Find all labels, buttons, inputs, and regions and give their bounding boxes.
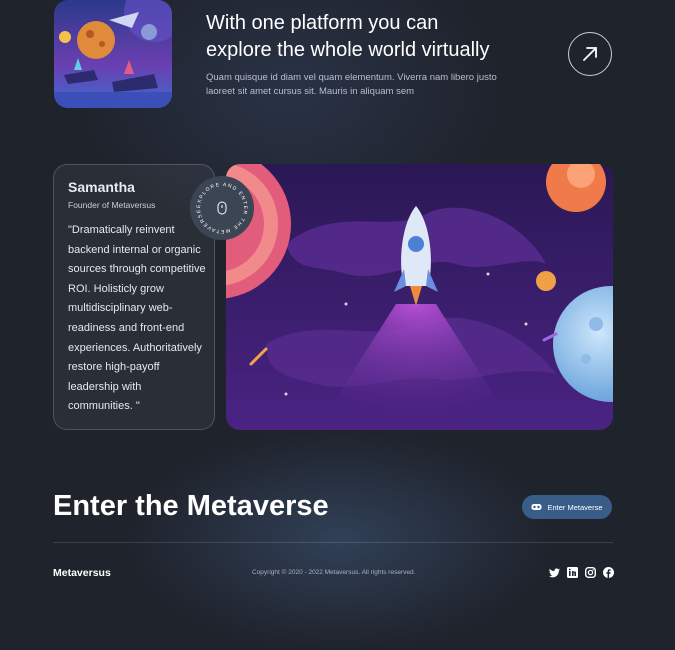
enter-metaverse-label: Enter Metaverse	[547, 502, 603, 512]
facebook-icon[interactable]	[603, 567, 614, 578]
background-glow-bottom	[130, 430, 550, 650]
feature-title-line2: explore the whole world virtually	[206, 39, 490, 61]
footer-copyright: Copyright © 2020 - 2022 Metaversus. All …	[252, 569, 416, 576]
feature-description: Quam quisque id diam vel quam elementum.…	[206, 72, 497, 97]
arrow-up-right-icon	[583, 47, 597, 61]
headset-icon	[531, 504, 542, 510]
social-links	[549, 567, 614, 578]
testimonial-role: Founder of Metaversus	[68, 200, 156, 210]
linkedin-icon[interactable]	[567, 567, 578, 578]
testimonial-quote: "Dramatically reinvent backend internal …	[68, 224, 206, 413]
feature-planet-image	[54, 0, 172, 108]
testimonial-name: Samantha	[68, 179, 135, 195]
instagram-icon[interactable]	[585, 567, 596, 578]
feature-title: With one platform you can explore the wh…	[206, 10, 536, 64]
rocket-hero-image	[226, 164, 613, 430]
section-title: Enter the Metaverse	[53, 490, 329, 522]
footer-divider	[53, 542, 613, 543]
twitter-icon[interactable]	[549, 567, 560, 578]
arrow-button[interactable]	[568, 32, 612, 76]
footer-brand[interactable]: Metaversus	[53, 567, 111, 579]
feature-title-line1: With one platform you can	[206, 12, 439, 34]
enter-metaverse-button[interactable]: Enter Metaverse	[522, 495, 612, 519]
explore-badge[interactable]: EXPLORE AND ENTER THE METAVERSE	[190, 176, 254, 240]
